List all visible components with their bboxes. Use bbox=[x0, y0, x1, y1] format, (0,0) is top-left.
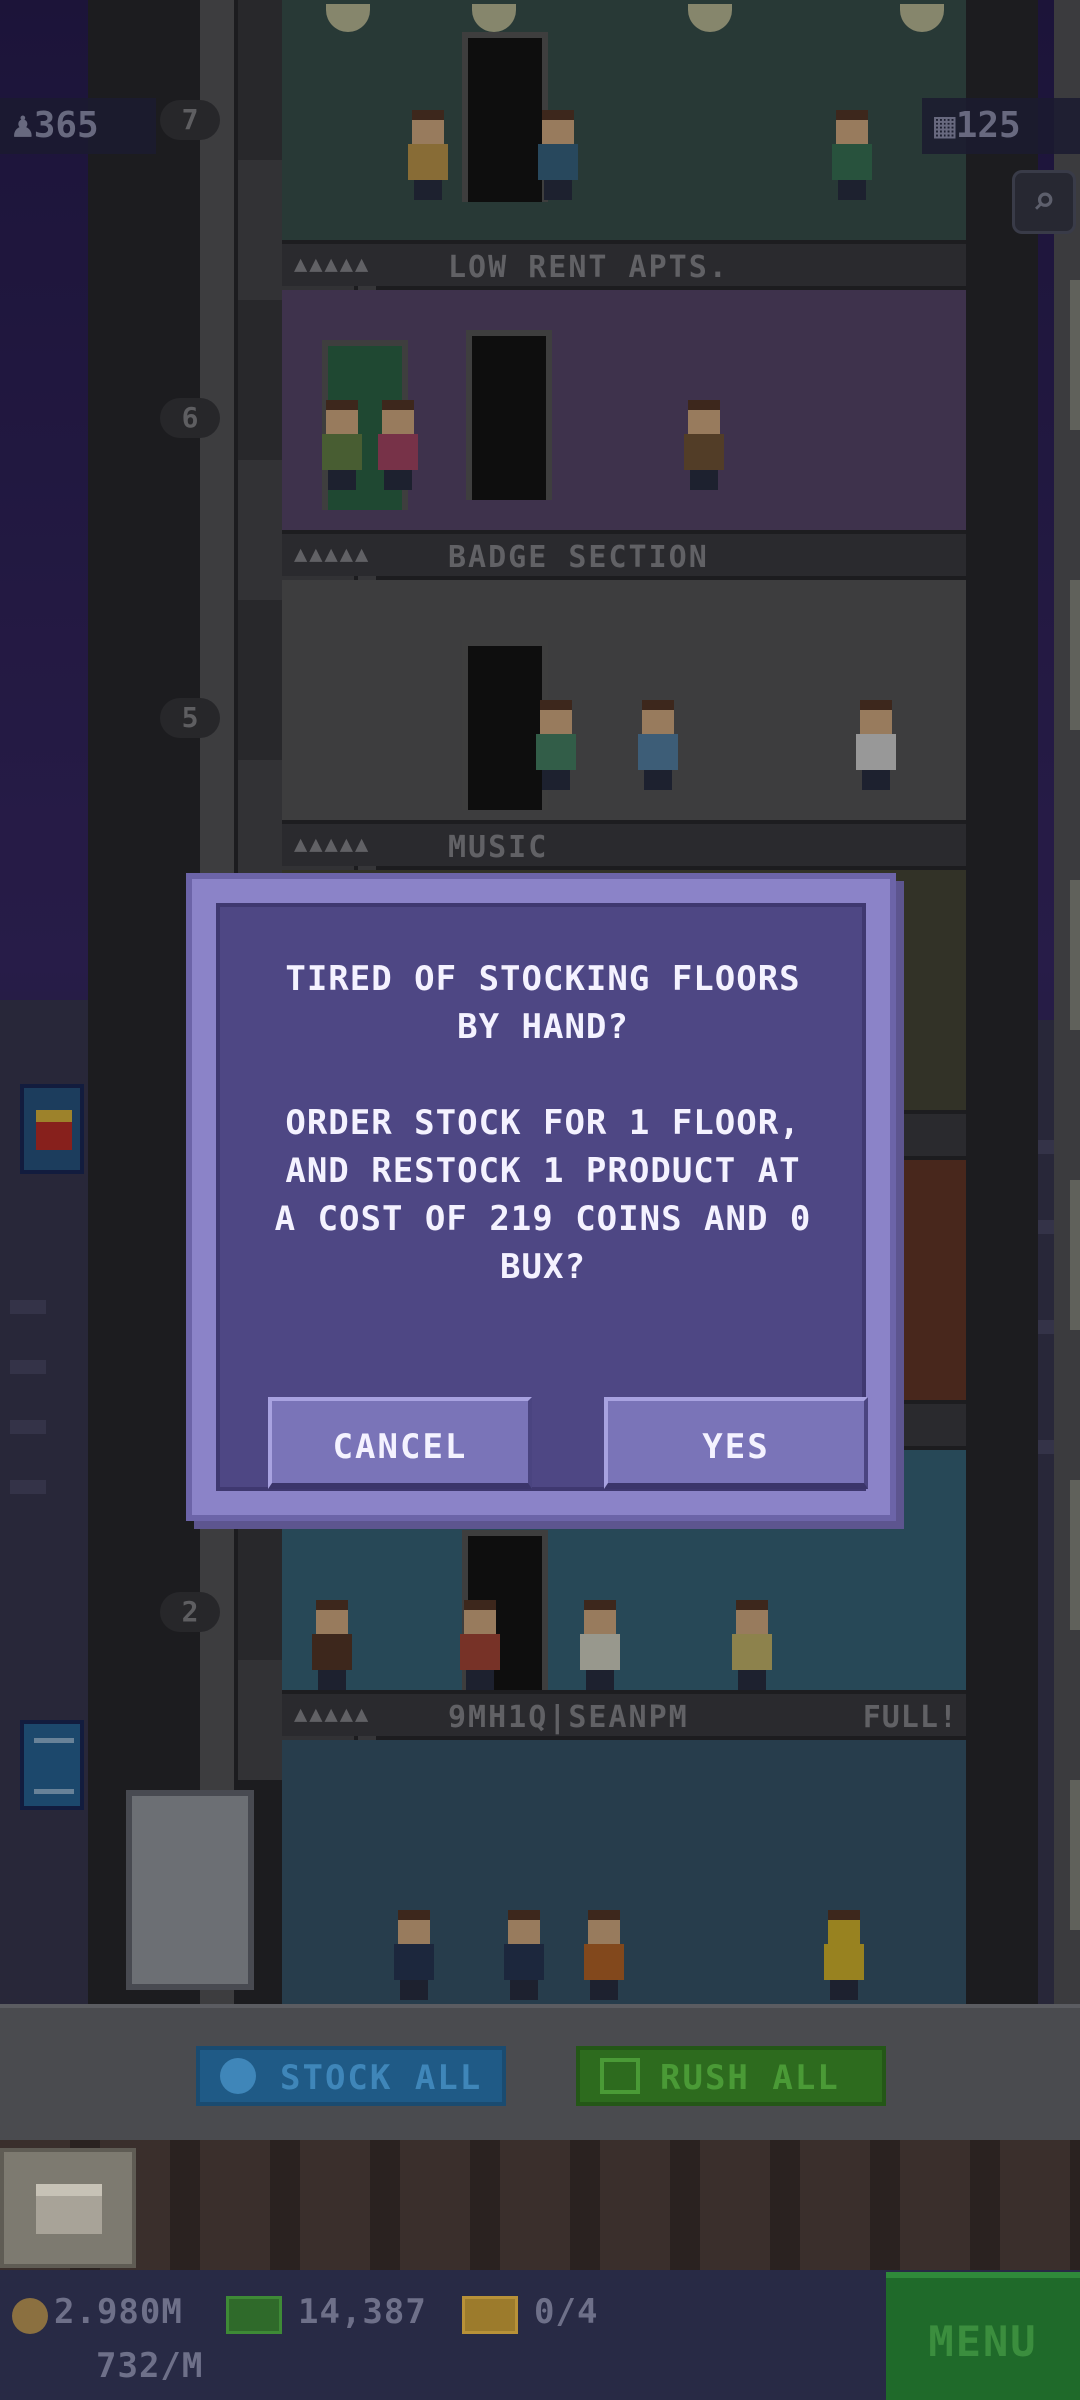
bux-icon bbox=[226, 2296, 282, 2334]
coins-rate: 732/M bbox=[96, 2346, 204, 2386]
bux-icon bbox=[600, 2058, 640, 2094]
bottom-action-bar: STOCK ALL RUSH ALL bbox=[0, 2004, 1080, 2140]
clock-icon bbox=[220, 2058, 256, 2094]
yes-button[interactable]: YES bbox=[604, 1397, 868, 1489]
cancel-button[interactable]: CANCEL bbox=[268, 1397, 532, 1489]
golden-ticket-icon bbox=[462, 2296, 518, 2334]
dialog-message: TIRED OF STOCKING FLOORS BY HAND? ORDER … bbox=[274, 959, 812, 1287]
coins-value: 2.980M bbox=[54, 2292, 183, 2332]
crate-icon bbox=[36, 2184, 102, 2234]
stock-all-button[interactable]: STOCK ALL bbox=[196, 2046, 506, 2106]
auto-stock-dialog: TIRED OF STOCKING FLOORS BY HAND? ORDER … bbox=[186, 873, 896, 1521]
rush-all-button[interactable]: RUSH ALL bbox=[576, 2046, 886, 2106]
crate-button[interactable] bbox=[0, 2148, 136, 2268]
bux-value: 14,387 bbox=[298, 2292, 427, 2332]
dialog-panel: TIRED OF STOCKING FLOORS BY HAND? ORDER … bbox=[216, 903, 868, 1491]
coin-icon bbox=[12, 2298, 48, 2334]
tickets-value: 0/4 bbox=[534, 2292, 599, 2332]
basement-strip bbox=[0, 2140, 1080, 2270]
menu-button[interactable]: MENU bbox=[886, 2272, 1080, 2400]
